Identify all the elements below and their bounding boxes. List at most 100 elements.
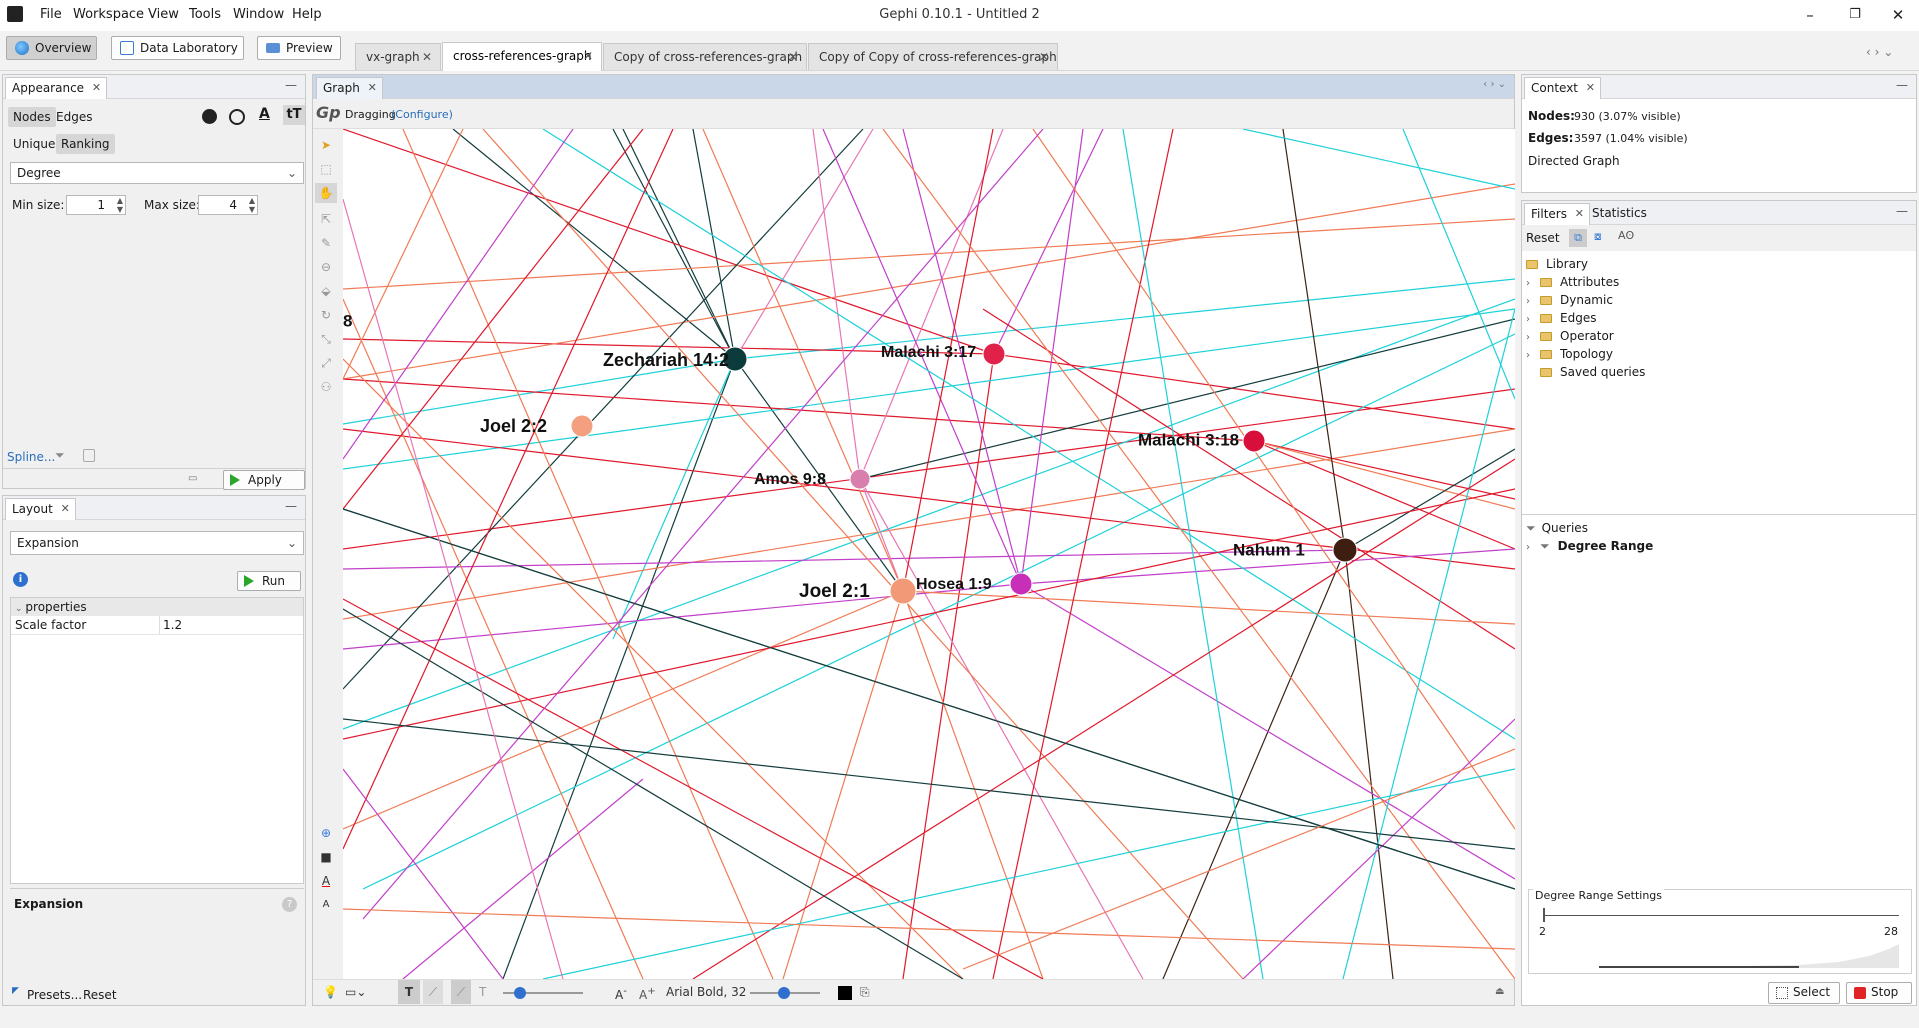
tab-statistics[interactable]: Statistics [1592, 206, 1647, 220]
query-degree-range[interactable]: › ⏷ Degree Range [1526, 537, 1653, 555]
edit-node-icon[interactable]: ⚇ [315, 377, 337, 397]
minimize-panel-icon[interactable]: — [1896, 78, 1908, 92]
tab-copy-of-cross-references-graph[interactable]: Copy of cross-references-graph ✕ [603, 43, 807, 70]
properties-header[interactable]: ⌄ properties [11, 598, 303, 616]
minimize-panel-icon[interactable]: — [285, 78, 297, 92]
label-size-tool-icon[interactable]: A [315, 895, 337, 915]
filters-reset-button[interactable]: Reset [1526, 231, 1560, 245]
help-icon[interactable]: ? [282, 897, 297, 912]
close-tab-icon[interactable]: ✕ [1039, 44, 1049, 70]
rename-filter-icon[interactable]: Aʘ [1618, 229, 1634, 242]
spline-link[interactable]: Spline... [7, 450, 55, 464]
close-tab-icon[interactable]: ✕ [788, 44, 798, 70]
scale-factor-value[interactable]: 1.2 [163, 618, 182, 632]
configure-link[interactable]: (Configure) [391, 108, 453, 121]
drag-hand-icon[interactable]: ✋ [315, 183, 337, 203]
select-neighbors-icon[interactable]: ⇱ [315, 209, 337, 229]
close-tab-icon[interactable]: ✕ [583, 43, 593, 69]
menu-window[interactable]: Window [233, 7, 284, 22]
library-item-dynamic[interactable]: › Dynamic [1526, 291, 1613, 309]
library-root[interactable]: Library [1526, 255, 1588, 273]
slider-thumb[interactable] [778, 987, 790, 999]
label-size-slider[interactable] [750, 987, 820, 999]
tab-navigation-arrows[interactable]: ‹ › ⌄ [1866, 45, 1893, 59]
tab-filters[interactable]: Filters ✕ [1524, 203, 1590, 225]
spinner-arrows-icon[interactable]: ▲ ▼ [117, 196, 123, 214]
font-label[interactable]: Arial Bold, 32 [666, 980, 746, 1004]
rectangle-select-icon[interactable]: ⬚ [315, 159, 337, 179]
graph-node[interactable] [1332, 537, 1358, 563]
run-button[interactable]: Run [237, 571, 301, 591]
apply-button[interactable]: Apply [223, 470, 305, 490]
menu-tools[interactable]: Tools [189, 7, 221, 22]
nodes-toggle[interactable]: Nodes [8, 107, 56, 127]
minimize-button[interactable]: – [1790, 2, 1830, 28]
tab-graph[interactable]: Graph ✕ [316, 77, 383, 99]
graph-node[interactable] [982, 342, 1006, 366]
slider-thumb[interactable] [514, 987, 526, 999]
library-item-edges[interactable]: › Edges [1526, 309, 1596, 327]
close-panel-icon[interactable]: ✕ [1575, 207, 1584, 220]
menu-workspace[interactable]: Workspace [73, 7, 144, 22]
close-panel-icon[interactable]: ✕ [368, 81, 377, 94]
range-min-handle[interactable] [1543, 908, 1545, 922]
stop-button[interactable]: Stop [1846, 982, 1912, 1004]
range-track[interactable] [1543, 915, 1899, 916]
edge-color-icon[interactable]: ⟋ [451, 980, 471, 1004]
close-window-button[interactable]: ✕ [1878, 2, 1918, 28]
label-font-icon[interactable]: T [479, 980, 486, 1004]
background-color-icon[interactable]: ■ [315, 847, 337, 867]
expand-toolbar-icon[interactable]: ⏏ [1495, 980, 1504, 1004]
layout-reset-button[interactable]: Reset [83, 988, 117, 1002]
panel-arrows-icon[interactable]: ‹ › ⌄ [1483, 79, 1506, 90]
edge-weight-slider[interactable] [503, 987, 583, 999]
filter-funnel-icon[interactable]: ⏷ [55, 448, 65, 463]
tab-context[interactable]: Context ✕ [1524, 77, 1602, 99]
size-icon[interactable] [229, 109, 245, 125]
restore-button[interactable]: ❐ [1835, 2, 1875, 28]
library-item-attributes[interactable]: › Attributes [1526, 273, 1619, 291]
tab-copy-of-copy-of-cross-references-graph[interactable]: Copy of Copy of cross-references-graph ✕ [808, 43, 1058, 70]
label-color-tool-icon[interactable]: A [315, 871, 337, 891]
preview-button[interactable]: Preview [257, 36, 341, 60]
queries-root[interactable]: ⏷ Queries [1526, 519, 1588, 537]
export-filter-icon[interactable]: ⧇ [1594, 229, 1602, 244]
close-tab-icon[interactable]: ✕ [422, 44, 432, 70]
presets-button[interactable]: Presets... [27, 988, 82, 1002]
graph-node[interactable] [570, 414, 594, 438]
select-button[interactable]: Select [1768, 982, 1840, 1004]
tab-layout[interactable]: Layout ✕ [5, 498, 76, 520]
label-size-icon[interactable]: tT [283, 105, 305, 125]
heat-map-icon[interactable]: ⤢ [315, 353, 337, 373]
menu-help[interactable]: Help [292, 7, 322, 22]
painter-icon[interactable]: ⬙ [315, 281, 337, 301]
graph-canvas[interactable]: 8 Zechariah 14:2 Malachi 3:17 Joel 2:2 Malac… [343, 129, 1515, 979]
color-palette-icon[interactable] [202, 109, 217, 124]
font-decrease-icon[interactable]: A- [615, 980, 627, 1004]
edge-toggle-icon[interactable]: ⟋ [423, 980, 443, 1004]
spinner-arrows-icon[interactable]: ▲ ▼ [249, 196, 255, 214]
menu-view[interactable]: View [148, 7, 179, 22]
close-panel-icon[interactable]: ✕ [1586, 81, 1595, 94]
label-color-icon[interactable]: A [259, 106, 270, 122]
label-color-swatch[interactable] [838, 986, 852, 1000]
zoom-fit-icon[interactable]: ⊕ [315, 823, 337, 843]
tab-vx-graph[interactable]: vx-graph ✕ [355, 43, 441, 70]
clipboard-icon[interactable]: ⎘ [860, 980, 870, 1004]
filter-mode-icon[interactable]: ⧉ [1569, 229, 1587, 247]
info-icon[interactable]: i [13, 572, 28, 587]
graph-node[interactable] [1009, 572, 1033, 596]
transformer-options-icon[interactable]: ▭ [188, 473, 197, 484]
tab-cross-references-graph[interactable]: cross-references-graph ✕ [442, 42, 602, 71]
library-item-topology[interactable]: › Topology [1526, 345, 1613, 363]
minimize-panel-icon[interactable]: — [1896, 204, 1908, 218]
shortest-path-icon[interactable]: ⤡ [315, 329, 337, 349]
graph-node[interactable] [889, 577, 917, 605]
select-arrow-icon[interactable]: ➤ [315, 135, 337, 155]
data-laboratory-button[interactable]: Data Laboratory [111, 36, 244, 60]
tab-appearance[interactable]: Appearance ✕ [5, 77, 108, 99]
graph-node[interactable] [1242, 429, 1266, 453]
edges-toggle[interactable]: Edges [51, 107, 97, 127]
library-item-saved-queries[interactable]: Saved queries [1526, 363, 1645, 381]
auto-apply-icon[interactable] [83, 449, 95, 462]
